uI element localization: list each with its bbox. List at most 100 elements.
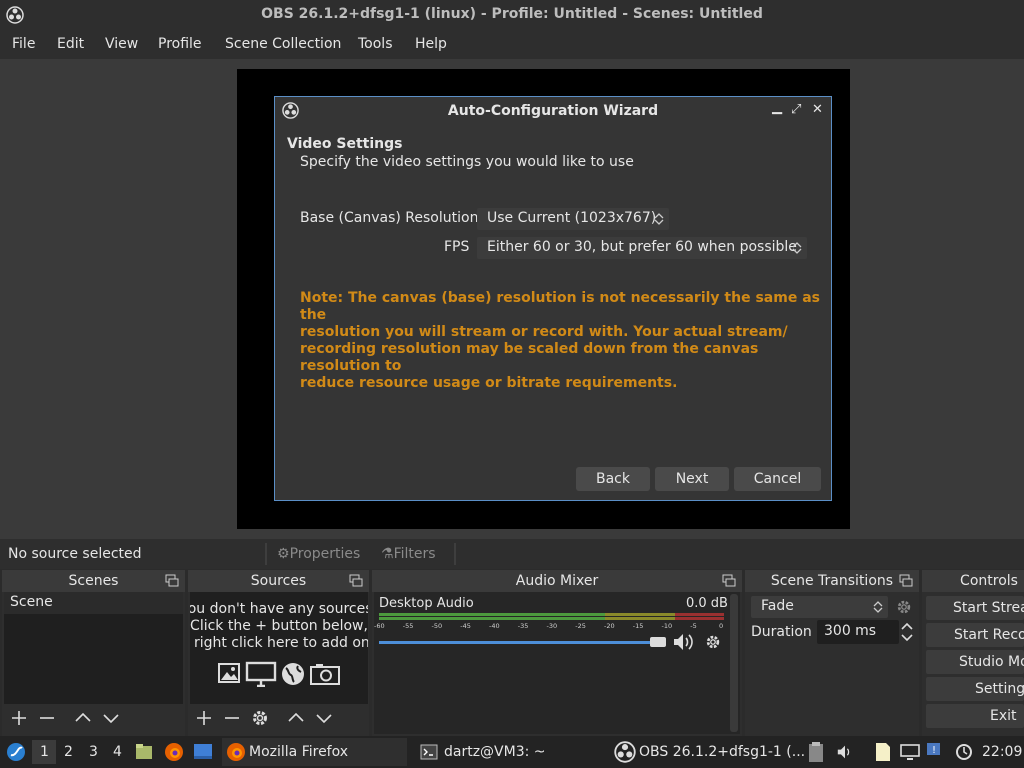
exit-button[interactable]: Exit xyxy=(926,704,1024,728)
menu-tools[interactable]: Tools xyxy=(358,36,393,52)
workspace-4-button[interactable]: 4 xyxy=(113,744,122,760)
taskbar-item-terminal[interactable]: dartz@VM3: ~ xyxy=(414,738,604,766)
remove-icon[interactable] xyxy=(38,709,56,727)
update-icon[interactable] xyxy=(955,743,973,761)
updown-icon xyxy=(654,213,664,225)
clock: 22:09 xyxy=(982,744,1023,760)
volume-slider[interactable] xyxy=(379,636,666,648)
gear-icon[interactable] xyxy=(251,709,269,727)
float-dock-icon[interactable] xyxy=(349,574,363,588)
firefox-icon xyxy=(227,743,245,761)
move-down-icon[interactable] xyxy=(102,709,120,727)
menu-profile[interactable]: Profile xyxy=(158,36,202,52)
notification-icon[interactable]: ! xyxy=(926,742,944,760)
speaker-icon[interactable] xyxy=(672,632,694,652)
start-streaming-button[interactable]: Start Streaming xyxy=(926,596,1024,620)
window-title: OBS 26.1.2+dfsg1-1 (linux) - Profile: Un… xyxy=(261,6,763,22)
menu-file[interactable]: File xyxy=(12,36,35,52)
float-dock-icon[interactable] xyxy=(899,574,913,588)
resolution-select[interactable]: Use Current (1023x767) xyxy=(477,208,669,230)
meter-scale-tick: -15 xyxy=(632,622,644,630)
add-icon[interactable] xyxy=(195,709,213,727)
clipboard-icon[interactable] xyxy=(808,741,824,763)
meter-scale-tick: -20 xyxy=(604,622,615,630)
meter-scale-tick: -35 xyxy=(517,622,529,630)
duration-label: Duration xyxy=(751,624,812,640)
sources-dock-title: Sources xyxy=(188,570,369,592)
filter-icon: ⚗ xyxy=(381,546,394,562)
workspace-3-button[interactable]: 3 xyxy=(89,744,98,760)
close-icon[interactable]: ✕ xyxy=(812,102,823,117)
duration-input[interactable]: 300 ms xyxy=(817,620,899,644)
workspace-1-button[interactable]: 1 xyxy=(32,740,56,764)
audio-mixer-title: Audio Mixer xyxy=(372,570,742,592)
taskbar: 1 2 3 4 Mozilla Firefox dartz@VM3: ~ OBS… xyxy=(0,736,1024,768)
filters-button[interactable]: ⚗Filters xyxy=(381,546,436,562)
back-button[interactable]: Back xyxy=(576,467,650,491)
fps-select[interactable]: Either 60 or 30, but prefer 60 when poss… xyxy=(477,237,807,259)
section-subheading: Specify the video settings you would lik… xyxy=(300,154,634,170)
gear-icon[interactable] xyxy=(896,599,912,615)
minimize-icon[interactable]: ▁ xyxy=(772,100,782,115)
context-bar: No source selected ⚙Properties ⚗Filters xyxy=(0,539,1024,569)
taskbar-item-firefox[interactable]: Mozilla Firefox xyxy=(222,738,407,766)
firefox-icon[interactable] xyxy=(164,742,184,762)
maximize-icon[interactable]: ⤢ xyxy=(791,102,801,117)
section-heading: Video Settings xyxy=(287,136,403,152)
desktop-icon[interactable] xyxy=(193,743,213,761)
menu-view[interactable]: View xyxy=(105,36,138,52)
controls-dock: Controls Start Streaming Start Recording… xyxy=(922,570,1024,736)
volume-icon[interactable] xyxy=(836,744,854,760)
taskbar-item-label: dartz@VM3: ~ xyxy=(444,744,546,760)
next-button[interactable]: Next xyxy=(655,467,729,491)
spin-arrows-icon[interactable] xyxy=(899,621,915,643)
studio-mode-button[interactable]: Studio Mode xyxy=(926,650,1024,674)
terminal-icon xyxy=(420,744,438,760)
divider xyxy=(454,543,456,565)
display-icon xyxy=(245,661,277,687)
menu-help[interactable]: Help xyxy=(415,36,447,52)
mixer-scrollbar[interactable] xyxy=(730,594,738,732)
meter-scale-tick: -60 xyxy=(374,622,385,630)
gear-icon[interactable] xyxy=(705,634,721,650)
float-dock-icon[interactable] xyxy=(722,574,736,588)
meter-scale-tick: -10 xyxy=(661,622,673,630)
transition-select[interactable]: Fade xyxy=(751,596,888,618)
dialog-title: Auto-Configuration Wizard xyxy=(447,103,659,119)
camera-icon xyxy=(310,663,340,685)
audio-mixer-dock: Audio Mixer Desktop Audio 0.0 dB -60 -55 -… xyxy=(372,570,742,736)
svg-text:!: ! xyxy=(932,745,936,756)
meter-scale-tick: -45 xyxy=(460,622,471,630)
menu-edit[interactable]: Edit xyxy=(57,36,84,52)
divider xyxy=(265,543,267,565)
taskbar-item-obs[interactable]: OBS 26.1.2+dfsg1-1 (... xyxy=(610,738,805,766)
network-icon[interactable] xyxy=(900,744,920,760)
float-dock-icon[interactable] xyxy=(165,574,179,588)
dialog-title-bar[interactable]: Auto-Configuration Wizard ▁ ⤢ ✕ xyxy=(275,97,831,125)
add-icon[interactable] xyxy=(10,709,28,727)
meter-scale-tick: -25 xyxy=(575,622,586,630)
image-icon xyxy=(217,661,241,685)
scenes-list[interactable]: Scene xyxy=(4,592,183,704)
settings-button[interactable]: Settings xyxy=(926,677,1024,701)
no-source-label: No source selected xyxy=(8,546,142,562)
file-manager-icon[interactable] xyxy=(135,743,153,761)
cancel-button[interactable]: Cancel xyxy=(734,467,821,491)
scenes-dock: Scenes Scene xyxy=(2,570,185,736)
move-up-icon[interactable] xyxy=(74,709,92,727)
start-recording-button[interactable]: Start Recording xyxy=(926,623,1024,647)
remove-icon[interactable] xyxy=(223,709,241,727)
properties-button[interactable]: ⚙Properties xyxy=(277,546,360,562)
list-item[interactable]: Scene xyxy=(4,592,183,614)
notes-icon[interactable] xyxy=(874,742,892,762)
sources-list[interactable]: You don't have any sources. Click the + … xyxy=(190,592,368,704)
move-down-icon[interactable] xyxy=(315,709,333,727)
scene-transitions-dock: Scene Transitions Fade Duration 300 ms xyxy=(745,570,919,736)
start-menu-icon[interactable] xyxy=(6,742,26,762)
meter-scale-tick: -55 xyxy=(402,622,414,630)
move-up-icon[interactable] xyxy=(287,709,305,727)
taskbar-item-label: OBS 26.1.2+dfsg1-1 (... xyxy=(639,744,806,760)
controls-title: Controls xyxy=(922,570,1024,592)
workspace-2-button[interactable]: 2 xyxy=(64,744,73,760)
menu-scene-collection[interactable]: Scene Collection xyxy=(225,36,341,52)
